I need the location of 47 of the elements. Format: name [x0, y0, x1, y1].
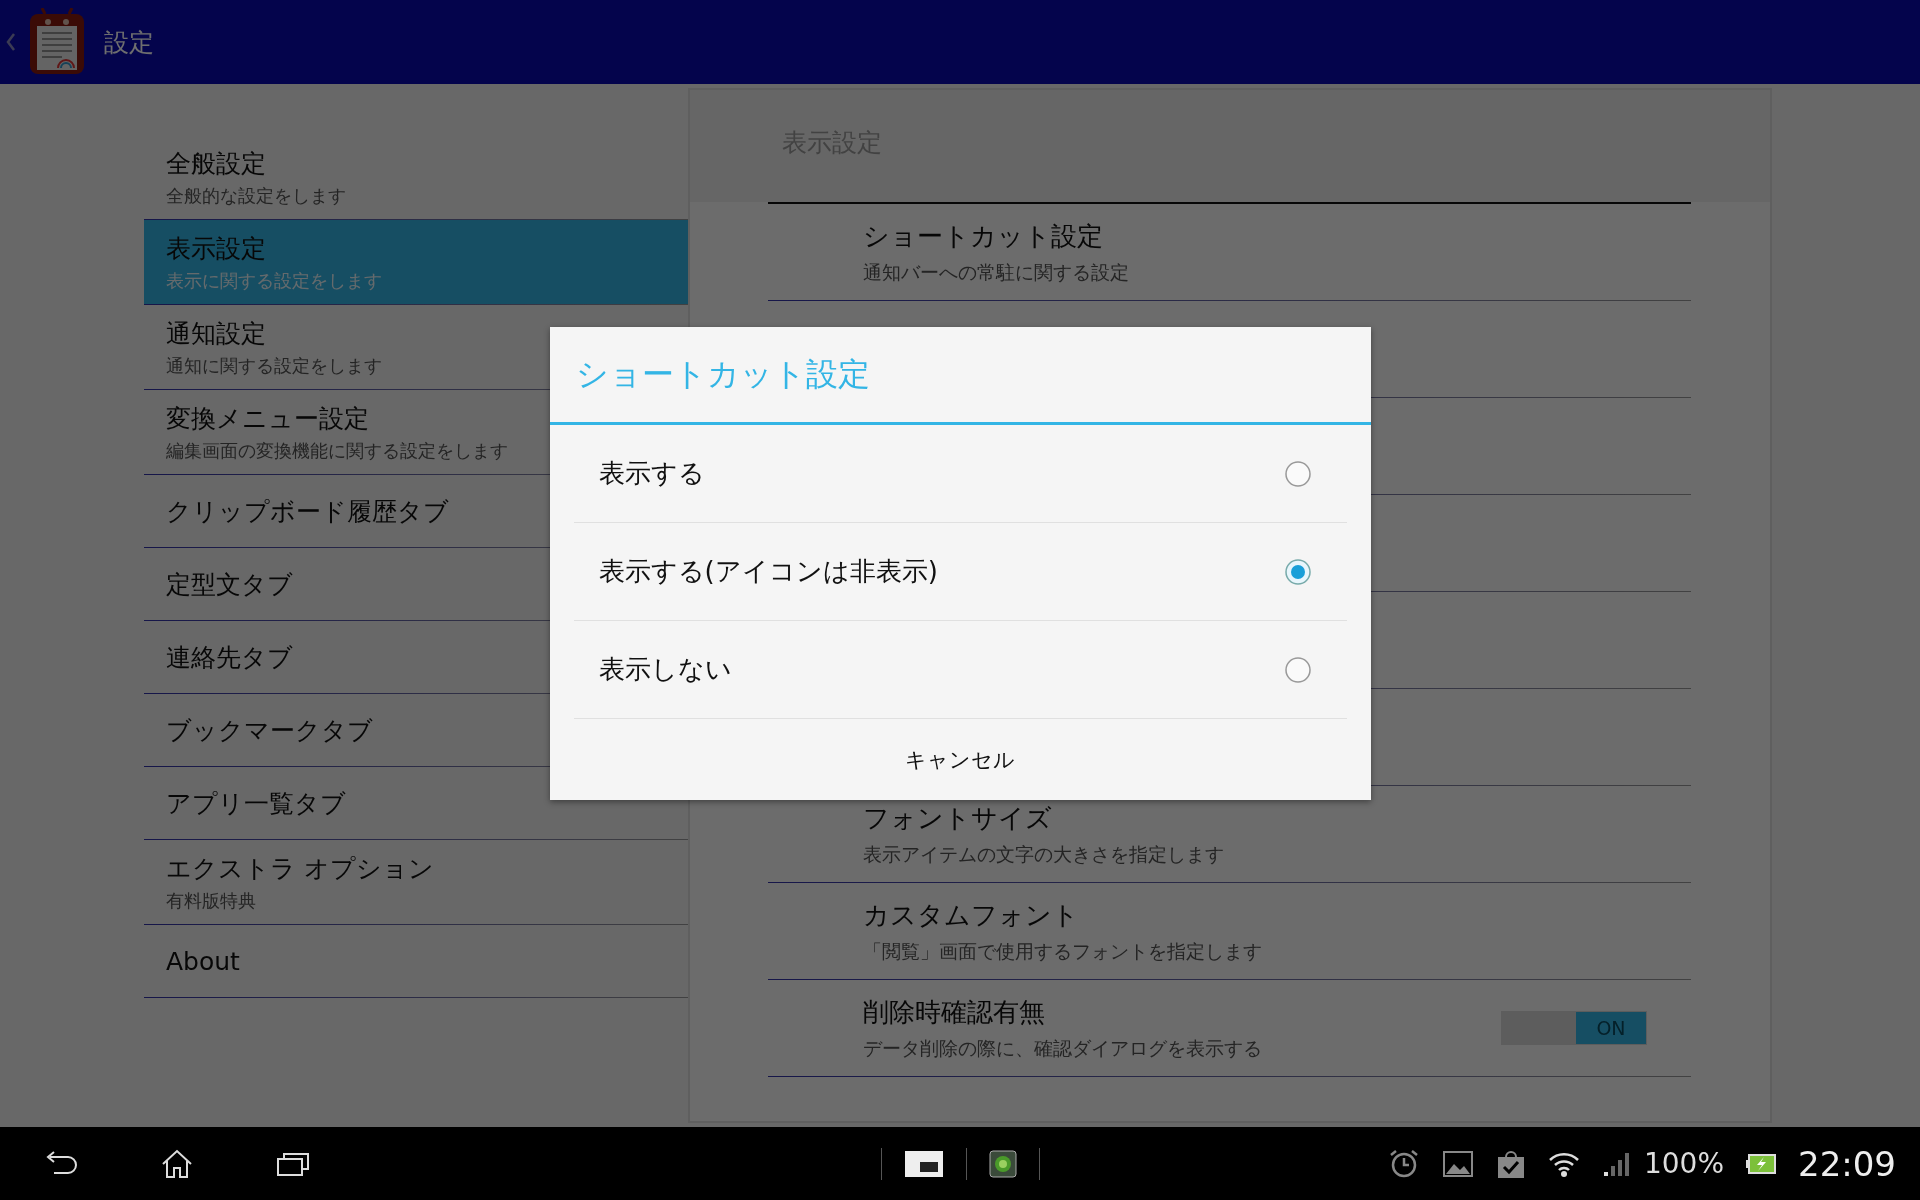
item-title: 通知設定: [166, 317, 266, 350]
setting-subtitle: データ削除の際に、確認ダイアログを表示する: [863, 1035, 1262, 1061]
battery-charging-icon: [1746, 1152, 1776, 1175]
item-subtitle: 編集画面の変換機能に関する設定をします: [166, 438, 508, 463]
item-title: 定型文タブ: [166, 568, 293, 601]
setting-subtitle: 表示アイテムの文字の大きさを指定します: [863, 841, 1224, 867]
dialog-title: ショートカット設定: [549, 327, 1371, 425]
app-title: 設定: [104, 26, 154, 59]
setting-title: 削除時確認有無: [863, 995, 1045, 1029]
setting-title: フォントサイズ: [863, 801, 1052, 835]
picture-icon: [1441, 1149, 1474, 1178]
item-title: エクストラ オプション: [166, 852, 434, 885]
toggle-switch[interactable]: ON: [1501, 1011, 1647, 1045]
home-icon[interactable]: [160, 1148, 194, 1179]
radio-button[interactable]: [1283, 459, 1312, 488]
item-subtitle: 有料版特典: [166, 888, 256, 913]
item-title: About: [166, 946, 240, 976]
clipboard-icon[interactable]: [28, 8, 86, 76]
item-title: ブックマークタブ: [166, 714, 373, 747]
setting-subtitle: 「閲覧」画面で使用するフォントを指定します: [863, 938, 1262, 964]
sidebar-item[interactable]: 表示設定 表示に関する設定をします: [144, 220, 688, 305]
window-icon[interactable]: [903, 1149, 944, 1178]
setting-title: カスタムフォント: [863, 898, 1079, 932]
cancel-button[interactable]: キャンセル: [549, 719, 1371, 800]
item-title: クリップボード履歴タブ: [166, 495, 449, 528]
setting-subtitle: 通知バーへの常駐に関する設定: [863, 259, 1129, 285]
item-title: 変換メニュー設定: [166, 402, 369, 435]
clock: 22:09: [1798, 1143, 1896, 1184]
setting-title: ショートカット設定: [863, 219, 1103, 253]
item-subtitle: 全般的な設定をします: [166, 183, 346, 208]
radio-button[interactable]: [1283, 655, 1312, 684]
item-title: 表示設定: [166, 232, 266, 265]
setting-row[interactable]: カスタムフォント 「閲覧」画面で使用するフォントを指定します: [768, 883, 1691, 980]
item-title: 連絡先タブ: [166, 641, 293, 674]
recent-apps-icon[interactable]: [276, 1150, 310, 1177]
item-title: 全般設定: [166, 147, 266, 180]
toggle-label: ON: [1576, 1012, 1646, 1044]
setting-row[interactable]: ショートカット設定 通知バーへの常駐に関する設定: [768, 204, 1691, 301]
radio-button[interactable]: [1283, 557, 1312, 586]
radio-option[interactable]: 表示する(アイコンは非表示): [573, 523, 1347, 621]
item-subtitle: 通知に関する設定をします: [166, 353, 382, 378]
item-title: アプリ一覧タブ: [166, 787, 346, 820]
app-icon[interactable]: [988, 1149, 1017, 1178]
item-subtitle: 表示に関する設定をします: [166, 268, 382, 293]
radio-option[interactable]: 表示する: [573, 425, 1347, 523]
setting-row[interactable]: 削除時確認有無 データ削除の際に、確認ダイアログを表示する ON: [768, 980, 1691, 1077]
battery-percentage: 100%: [1643, 1147, 1724, 1180]
